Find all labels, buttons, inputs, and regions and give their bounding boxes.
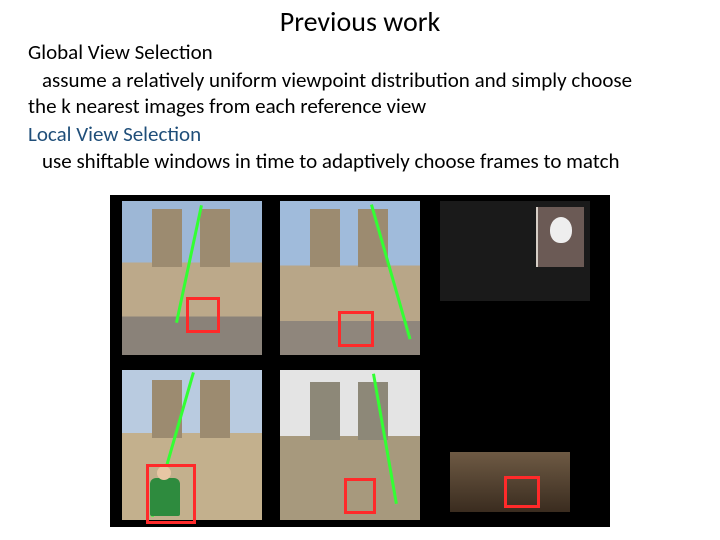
- global-body-line2: the k nearest images from each reference…: [28, 94, 698, 118]
- tower-icon: [200, 209, 230, 267]
- building-icon: [450, 452, 570, 512]
- gallery-image-2: [280, 201, 420, 355]
- slide: Previous work Global View Selection assu…: [0, 0, 720, 540]
- gallery-image-4: [122, 370, 262, 520]
- gallery-image-3: [440, 201, 590, 301]
- gallery-image-1: [122, 201, 262, 355]
- match-box: [146, 464, 196, 524]
- tower-icon: [200, 380, 230, 438]
- head-icon: [550, 217, 572, 243]
- tower-icon: [310, 382, 340, 440]
- slide-body: Global View Selection assume a relativel…: [28, 34, 698, 173]
- local-body: use shiftable windows in time to adaptiv…: [28, 149, 698, 173]
- match-box: [344, 478, 376, 514]
- presenter-icon: [536, 207, 584, 267]
- gallery-image-5: [280, 370, 420, 520]
- match-box: [338, 311, 374, 347]
- local-heading: Local View Selection: [28, 122, 698, 146]
- gallery-image-6: [440, 370, 590, 520]
- match-box: [504, 476, 540, 508]
- tower-icon: [310, 209, 340, 267]
- tower-icon: [152, 209, 182, 267]
- global-body-line1: assume a relatively uniform viewpoint di…: [28, 68, 698, 92]
- global-heading: Global View Selection: [28, 40, 698, 64]
- match-box: [186, 297, 220, 333]
- image-gallery: [110, 195, 610, 527]
- match-line: [370, 204, 411, 339]
